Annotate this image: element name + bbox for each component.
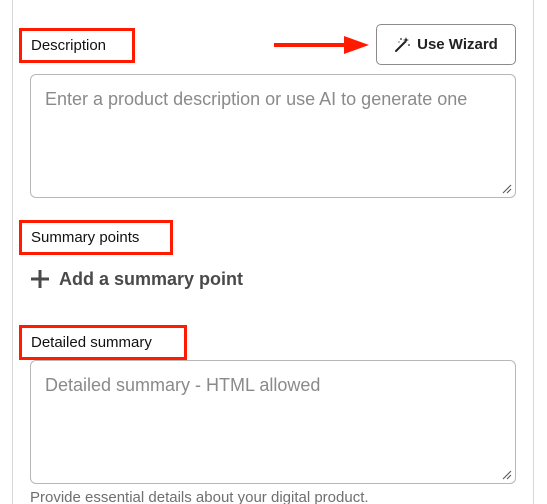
summary-points-label-text: Summary points bbox=[31, 229, 140, 246]
summary-points-label: Summary points bbox=[19, 220, 173, 255]
description-placeholder: Enter a product description or use AI to… bbox=[45, 89, 468, 109]
description-label-text: Description bbox=[31, 37, 107, 54]
panel-left-border bbox=[12, 0, 13, 504]
arrow-right-icon bbox=[274, 34, 370, 56]
plus-icon bbox=[30, 269, 50, 289]
description-textarea[interactable]: Enter a product description or use AI to… bbox=[30, 74, 516, 198]
detailed-summary-placeholder: Detailed summary - HTML allowed bbox=[45, 375, 321, 395]
use-wizard-button[interactable]: Use Wizard bbox=[376, 24, 516, 65]
use-wizard-label: Use Wizard bbox=[417, 36, 498, 53]
detailed-summary-help-text: Provide essential details about your dig… bbox=[30, 489, 369, 504]
description-label: Description bbox=[19, 28, 135, 63]
product-form-section: Description Use Wizard Enter a product d… bbox=[0, 0, 547, 504]
resize-handle-icon[interactable] bbox=[502, 184, 512, 194]
detailed-summary-label: Detailed summary bbox=[19, 325, 187, 360]
detailed-summary-textarea[interactable]: Detailed summary - HTML allowed bbox=[30, 360, 516, 484]
add-summary-point-label: Add a summary point bbox=[59, 268, 244, 289]
magic-wand-icon bbox=[394, 36, 411, 53]
add-summary-point-button[interactable]: Add a summary point bbox=[30, 266, 243, 292]
resize-handle-icon[interactable] bbox=[502, 470, 512, 480]
detailed-summary-label-text: Detailed summary bbox=[31, 334, 152, 351]
panel-right-border bbox=[533, 0, 534, 504]
